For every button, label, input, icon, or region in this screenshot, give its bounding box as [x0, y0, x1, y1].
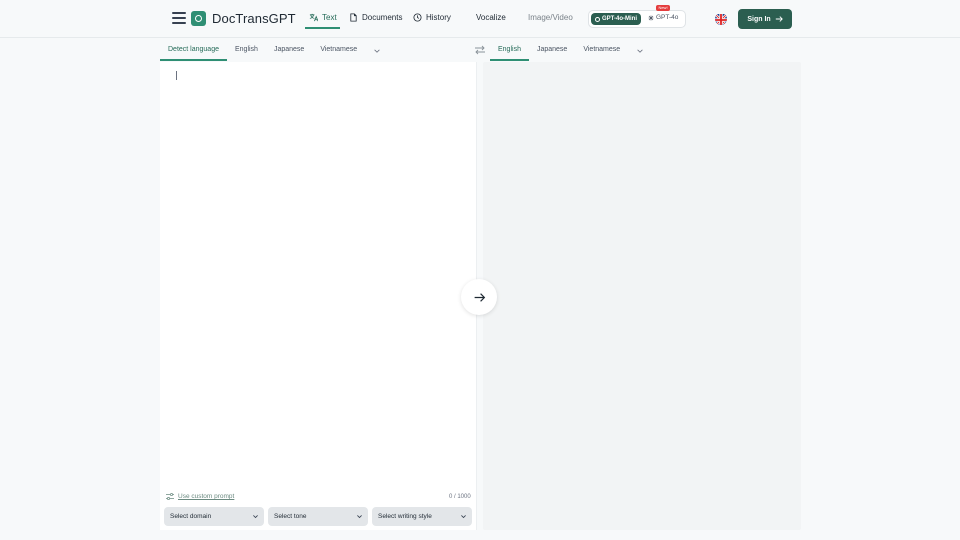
nav-documents[interactable]: Documents: [349, 13, 402, 22]
translation-output: [483, 62, 801, 530]
domain-select[interactable]: Select domain: [164, 507, 264, 526]
target-language-bar: English Japanese Vietnamese: [490, 40, 644, 61]
document-icon: [350, 13, 357, 22]
nav-text[interactable]: Text: [309, 13, 337, 22]
model-switch: GPT-4o-Mini GPT-4o: [588, 10, 686, 28]
translate-icon: [309, 13, 318, 22]
text-cursor: [176, 71, 177, 80]
chevron-down-icon: [253, 515, 258, 519]
nav-image-video[interactable]: Image/Video: [528, 13, 573, 22]
logo-icon: [191, 11, 206, 26]
arrow-right-icon: [474, 292, 485, 302]
nav-history-label: History: [426, 13, 451, 22]
character-count: 0 / 1000: [449, 494, 471, 500]
chevron-down-icon: [357, 515, 362, 519]
arrow-right-icon: [775, 16, 783, 22]
nav-active-indicator: [305, 27, 340, 29]
openai-icon: [595, 16, 600, 22]
nav-history[interactable]: History: [413, 13, 451, 22]
sparkle-icon: [648, 15, 654, 20]
sign-in-label: Sign In: [747, 15, 771, 23]
source-language-bar: Detect language English Japanese Vietnam…: [160, 40, 381, 61]
clock-icon: [413, 13, 422, 22]
tone-select-label: Select tone: [274, 513, 307, 520]
model-4o-button[interactable]: GPT-4o: [648, 14, 678, 21]
target-lang-vietnamese[interactable]: Vietnamese: [575, 40, 628, 61]
source-lang-detect[interactable]: Detect language: [160, 40, 227, 61]
writing-style-select-label: Select writing style: [378, 513, 432, 520]
translate-button[interactable]: [461, 279, 497, 315]
nav-documents-label: Documents: [362, 13, 403, 22]
model-mini-button[interactable]: GPT-4o-Mini: [591, 13, 641, 25]
model-mini-label: GPT-4o-Mini: [602, 16, 637, 22]
source-lang-english[interactable]: English: [227, 40, 266, 61]
nav-image-video-label: Image/Video: [528, 13, 573, 22]
source-lang-japanese[interactable]: Japanese: [266, 40, 312, 61]
swap-languages-icon[interactable]: [474, 44, 486, 56]
sliders-icon: [166, 493, 174, 500]
target-lang-english[interactable]: English: [490, 40, 529, 61]
menu-icon[interactable]: [172, 12, 186, 24]
writing-style-select[interactable]: Select writing style: [372, 507, 472, 526]
domain-select-label: Select domain: [170, 513, 212, 520]
nav-vocalize[interactable]: Vocalize: [476, 13, 506, 22]
chevron-down-icon[interactable]: [373, 47, 381, 55]
model-4o-label: GPT-4o: [656, 14, 679, 21]
source-lang-vietnamese[interactable]: Vietnamese: [312, 40, 365, 61]
chevron-down-icon: [461, 515, 466, 519]
source-text-input[interactable]: [160, 62, 477, 530]
custom-prompt-label: Use custom prompt: [178, 493, 235, 500]
top-header: DocTransGPT Text Documents History Vocal…: [0, 0, 960, 38]
nav-text-label: Text: [322, 13, 337, 22]
nav-vocalize-label: Vocalize: [476, 13, 506, 22]
brand-name[interactable]: DocTransGPT: [212, 11, 296, 26]
chevron-down-icon[interactable]: [636, 47, 644, 55]
target-lang-japanese[interactable]: Japanese: [529, 40, 575, 61]
new-badge: New!: [656, 5, 670, 11]
uk-flag-icon[interactable]: [715, 13, 727, 25]
sign-in-button[interactable]: Sign In: [738, 9, 792, 29]
custom-prompt-link[interactable]: Use custom prompt: [166, 493, 234, 500]
tone-select[interactable]: Select tone: [268, 507, 368, 526]
